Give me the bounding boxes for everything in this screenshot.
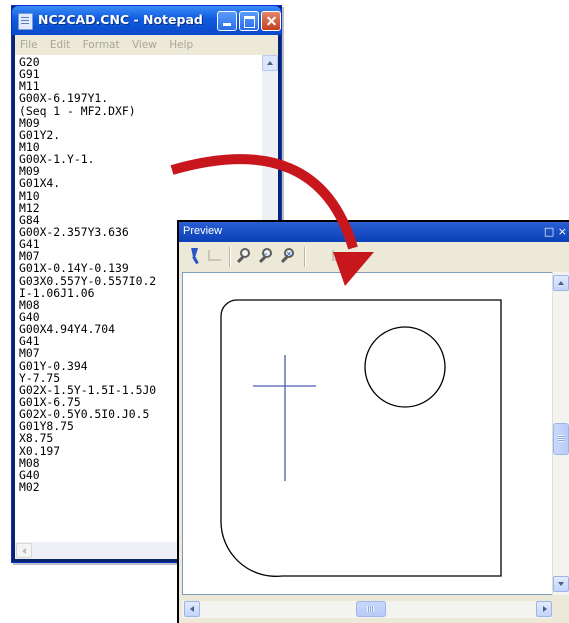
minimize-button[interactable] xyxy=(217,11,237,31)
code-line: G00X-6.197Y1. xyxy=(19,91,109,106)
zoom-window-icon[interactable] xyxy=(236,247,254,265)
preview-window-controls[interactable]: □ × xyxy=(544,225,567,238)
scroll-left-button[interactable] xyxy=(16,543,32,558)
preview-title-bar[interactable]: Preview □ × xyxy=(179,222,569,242)
horizontal-scroll-thumb[interactable] xyxy=(356,601,386,617)
maximize-button[interactable] xyxy=(239,11,259,31)
preview-window: Preview □ × – × xyxy=(177,220,569,623)
toolbar-separator xyxy=(229,247,231,267)
preview-canvas[interactable] xyxy=(182,272,565,595)
code-line: X0.197 xyxy=(19,443,61,458)
code-line: (Seq 1 - MF2.DXF) xyxy=(19,103,136,118)
notepad-title-bar[interactable]: NC2CAD.CNC - Notepad xyxy=(12,6,281,35)
code-line: M10 xyxy=(19,188,40,203)
vertical-scroll-thumb[interactable] xyxy=(553,423,569,455)
measure-icon[interactable] xyxy=(329,247,347,265)
toolpath-drawing xyxy=(220,299,502,577)
code-line: M07 xyxy=(19,346,40,361)
notepad-menu-bar: File Edit Format View Help xyxy=(15,35,278,55)
code-line: X8.75 xyxy=(19,431,54,446)
part-outline xyxy=(220,299,502,577)
code-line: Y-7.75 xyxy=(19,370,61,385)
code-line: M12 xyxy=(19,200,40,215)
preview-vertical-scrollbar[interactable] xyxy=(552,272,569,595)
menu-help[interactable]: Help xyxy=(169,39,193,51)
menu-file[interactable]: File xyxy=(20,39,38,51)
close-button[interactable] xyxy=(261,11,281,31)
scroll-up-button[interactable] xyxy=(553,275,569,291)
code-line: G01X4. xyxy=(19,176,61,191)
code-line: G01X-0.14Y-0.139 xyxy=(19,261,129,276)
code-line: G01Y-0.394 xyxy=(19,358,88,373)
layer-icon[interactable] xyxy=(205,247,223,265)
select-arrow-icon[interactable] xyxy=(185,247,203,265)
scroll-down-button[interactable] xyxy=(553,576,569,592)
code-line: M08 xyxy=(19,455,40,470)
zoom-out-icon[interactable]: – xyxy=(258,247,276,265)
menu-edit[interactable]: Edit xyxy=(50,39,70,51)
zoom-extents-icon[interactable]: × xyxy=(280,247,298,265)
code-line: G03X0.557Y-0.557I0.2 xyxy=(19,273,157,288)
preview-toolbar: – × xyxy=(179,242,569,270)
scroll-up-button[interactable] xyxy=(262,55,278,71)
toolbar-separator xyxy=(304,247,306,267)
menu-format[interactable]: Format xyxy=(83,39,120,51)
preview-title: Preview xyxy=(183,225,223,237)
cnc-code-text: G20 G91 M11 G00X-6.197Y1. (Seq 1 - MF2.DXF) M… xyxy=(19,56,156,493)
scroll-left-button[interactable] xyxy=(184,601,200,617)
notepad-title: NC2CAD.CNC - Notepad xyxy=(38,12,203,27)
code-line: I-1.06J1.06 xyxy=(19,285,95,300)
menu-view[interactable]: View xyxy=(132,39,157,51)
circular-hole xyxy=(364,326,446,408)
notepad-app-icon xyxy=(18,13,33,30)
code-line: M02 xyxy=(19,479,40,494)
preview-horizontal-scrollbar[interactable] xyxy=(182,601,552,618)
scroll-right-button[interactable] xyxy=(536,601,552,617)
